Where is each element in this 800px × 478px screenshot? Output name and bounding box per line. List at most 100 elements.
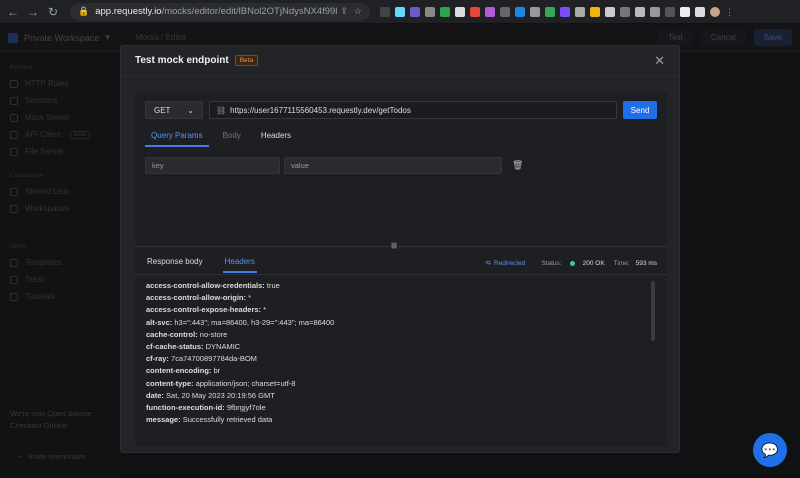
request-row: GET ⌄ ⛓ https://user1677115560453.reques… — [145, 101, 657, 119]
tab-query-params[interactable]: Query Params — [145, 129, 209, 147]
time-label: Time: — [613, 259, 630, 267]
header-value: br — [213, 366, 221, 376]
header-value: h3=":443"; ma=86400, h3-29=":443"; ma=86… — [174, 317, 335, 327]
header-line: function-execution-id: 9fbrgjyf7ole — [146, 402, 646, 414]
header-value: no-store — [199, 329, 228, 339]
header-value: Sat, 20 May 2023 20:19:56 GMT — [166, 390, 275, 400]
header-key: cf-ray: — [146, 354, 169, 364]
puzzle-icon[interactable] — [680, 6, 690, 17]
scrollbar[interactable] — [651, 281, 655, 341]
header-line: access-control-expose-headers: * — [146, 304, 646, 316]
header-key: message: — [146, 415, 181, 425]
extension-icon[interactable] — [590, 6, 600, 17]
header-key: access-control-allow-origin: — [146, 293, 247, 303]
menu-icon[interactable]: ⋮ — [725, 7, 735, 17]
header-line: cf-cache-status: DYNAMIC — [146, 341, 646, 353]
url-host: app.requestly.io — [95, 6, 162, 17]
status-dot-icon — [569, 260, 575, 266]
extension-icon[interactable] — [515, 6, 525, 17]
bookmark-star-icon[interactable]: ☆ — [354, 6, 362, 17]
extension-icon[interactable] — [650, 6, 660, 17]
param-key-input[interactable]: key — [145, 157, 280, 174]
extension-icon[interactable] — [455, 6, 465, 17]
header-line: message: Successfully retrieved data — [146, 414, 646, 426]
share-icon[interactable]: ⇪ — [340, 6, 348, 17]
extension-icon[interactable] — [410, 6, 420, 17]
response-tabs: Response body Headers ⇆ Redirected Statu… — [145, 253, 657, 273]
test-mock-modal: Test mock endpoint Beta ✕ GET ⌄ ⛓ https:… — [120, 45, 680, 453]
beta-badge: Beta — [234, 55, 259, 66]
extension-icon[interactable] — [620, 6, 630, 17]
lock-icon: 🔒 — [78, 6, 90, 16]
tab-response-body[interactable]: Response body — [145, 253, 205, 273]
header-value: application/json; charset=utf-8 — [195, 378, 296, 388]
divider — [135, 274, 667, 275]
header-key: cf-cache-status: — [146, 342, 204, 352]
extension-icon[interactable] — [395, 6, 405, 17]
send-button[interactable]: Send — [623, 101, 657, 119]
extension-icon[interactable] — [665, 6, 675, 17]
extension-icon[interactable] — [485, 6, 495, 17]
modal-header: Test mock endpoint Beta ✕ — [121, 46, 679, 76]
status-label: Status: — [541, 259, 562, 267]
extension-icon[interactable] — [440, 6, 450, 17]
trash-icon[interactable]: 🗑 — [512, 160, 523, 171]
tab-headers[interactable]: Headers — [255, 129, 297, 147]
header-key: cache-control: — [146, 329, 198, 339]
divider — [135, 246, 667, 247]
sidebar-icon[interactable] — [695, 6, 705, 17]
method-select[interactable]: GET ⌄ — [145, 101, 203, 119]
panel-bottom — [135, 437, 667, 446]
extension-icon[interactable] — [575, 6, 585, 17]
param-value-input[interactable]: value — [284, 157, 502, 174]
header-line: access-control-allow-origin: * — [146, 292, 646, 304]
header-line: cache-control: no-store — [146, 329, 646, 341]
redirect-icon: ⇆ — [485, 260, 491, 267]
resize-handle-icon[interactable]: ||||||||| — [391, 243, 397, 249]
request-panel: GET ⌄ ⛓ https://user1677115560453.reques… — [135, 91, 667, 446]
redirected-label: Redirected — [493, 259, 526, 267]
extension-icon[interactable] — [605, 6, 615, 17]
chevron-down-icon: ⌄ — [187, 105, 194, 115]
reload-icon[interactable]: ↻ — [46, 5, 60, 19]
header-line: content-encoding: br — [146, 365, 646, 377]
header-value: 7ca74700897784da-BOM — [171, 354, 257, 364]
time-value: 593 ms — [635, 259, 657, 267]
header-value: 9fbrgjyf7ole — [226, 403, 266, 413]
address-bar[interactable]: 🔒 app.requestly.io/mocks/editor/edit/lBN… — [70, 2, 370, 21]
extension-icon[interactable] — [380, 6, 390, 17]
forward-icon[interactable]: → — [26, 5, 40, 19]
header-value: * — [248, 293, 252, 303]
extension-icon[interactable] — [635, 6, 645, 17]
header-key: access-control-allow-credentials: — [146, 281, 265, 290]
url-value: https://user1677115560453.requestly.dev/… — [230, 105, 411, 115]
header-line: access-control-allow-credentials: true — [146, 280, 646, 292]
extension-icon[interactable] — [470, 6, 480, 17]
extension-icon[interactable] — [545, 6, 555, 17]
query-param-row: key value 🗑 — [145, 157, 523, 174]
header-value: true — [266, 281, 280, 290]
header-key: content-type: — [146, 378, 194, 388]
chat-bubble-icon[interactable]: 💬 — [753, 433, 787, 467]
header-value: DYNAMIC — [205, 342, 241, 352]
header-line: alt-svc: h3=":443"; ma=86400, h3-29=":44… — [146, 317, 646, 329]
extension-icon[interactable] — [530, 6, 540, 17]
extension-icon[interactable] — [425, 6, 435, 17]
close-icon[interactable]: ✕ — [654, 53, 665, 69]
response-meta: ⇆ Redirected Status: 200 OK Time: 593 ms — [485, 259, 657, 268]
profile-avatar[interactable] — [710, 6, 720, 17]
url-input[interactable]: ⛓ https://user1677115560453.requestly.de… — [209, 101, 617, 119]
header-line: content-type: application/json; charset=… — [146, 378, 646, 390]
method-value: GET — [154, 105, 171, 115]
back-icon[interactable]: ← — [6, 5, 20, 19]
url-path: /mocks/editor/edit/lBNol2OTjNdysNX4f99l — [161, 6, 338, 17]
modal-title: Test mock endpoint — [135, 55, 229, 66]
header-line: cf-ray: 7ca74700897784da-BOM — [146, 353, 646, 365]
tab-response-headers[interactable]: Headers — [222, 253, 257, 273]
header-key: content-encoding: — [146, 366, 212, 376]
extension-icon[interactable] — [560, 6, 570, 17]
status-value: 200 OK — [582, 259, 605, 267]
extension-icon[interactable] — [500, 6, 510, 17]
header-key: access-control-expose-headers: — [146, 305, 262, 315]
tab-body[interactable]: Body — [217, 129, 247, 147]
